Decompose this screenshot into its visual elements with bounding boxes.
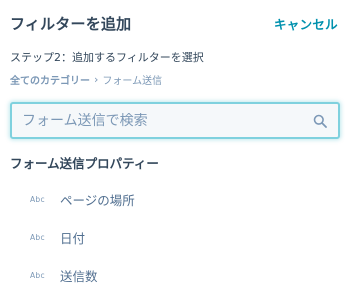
breadcrumb-separator: ›: [94, 73, 99, 86]
step-indicator: ステップ2：追加するフィルターを選択: [10, 51, 204, 64]
property-item-submission-count[interactable]: Abc 送信数: [30, 256, 330, 294]
search-box[interactable]: [10, 102, 340, 139]
panel-title: フィルターを追加: [10, 14, 132, 33]
property-label: 送信数: [60, 268, 98, 284]
text-type-icon: Abc: [30, 194, 45, 204]
text-type-icon: Abc: [30, 232, 45, 242]
text-type-icon: Abc: [30, 270, 45, 280]
search-icon[interactable]: [312, 113, 328, 129]
add-filter-panel: フィルターを追加 キャンセル ステップ2：追加するフィルターを選択 全てのカテゴ…: [0, 0, 345, 305]
property-list: Abc ページの場所 Abc 日付 Abc 送信数: [30, 180, 330, 294]
cancel-button[interactable]: キャンセル: [274, 14, 338, 33]
property-item-date[interactable]: Abc 日付: [30, 218, 330, 256]
breadcrumb: 全てのカテゴリー › フォーム送信: [10, 72, 162, 87]
section-title: フォーム送信プロパティー: [10, 156, 159, 171]
property-label: 日付: [60, 230, 86, 246]
search-input[interactable]: [22, 112, 312, 129]
breadcrumb-current: フォーム送信: [102, 76, 163, 87]
breadcrumb-all-categories[interactable]: 全てのカテゴリー: [10, 72, 90, 87]
property-label: ページの場所: [60, 192, 135, 208]
panel-header: フィルターを追加 キャンセル: [10, 12, 338, 34]
property-item-page-location[interactable]: Abc ページの場所: [30, 180, 330, 218]
